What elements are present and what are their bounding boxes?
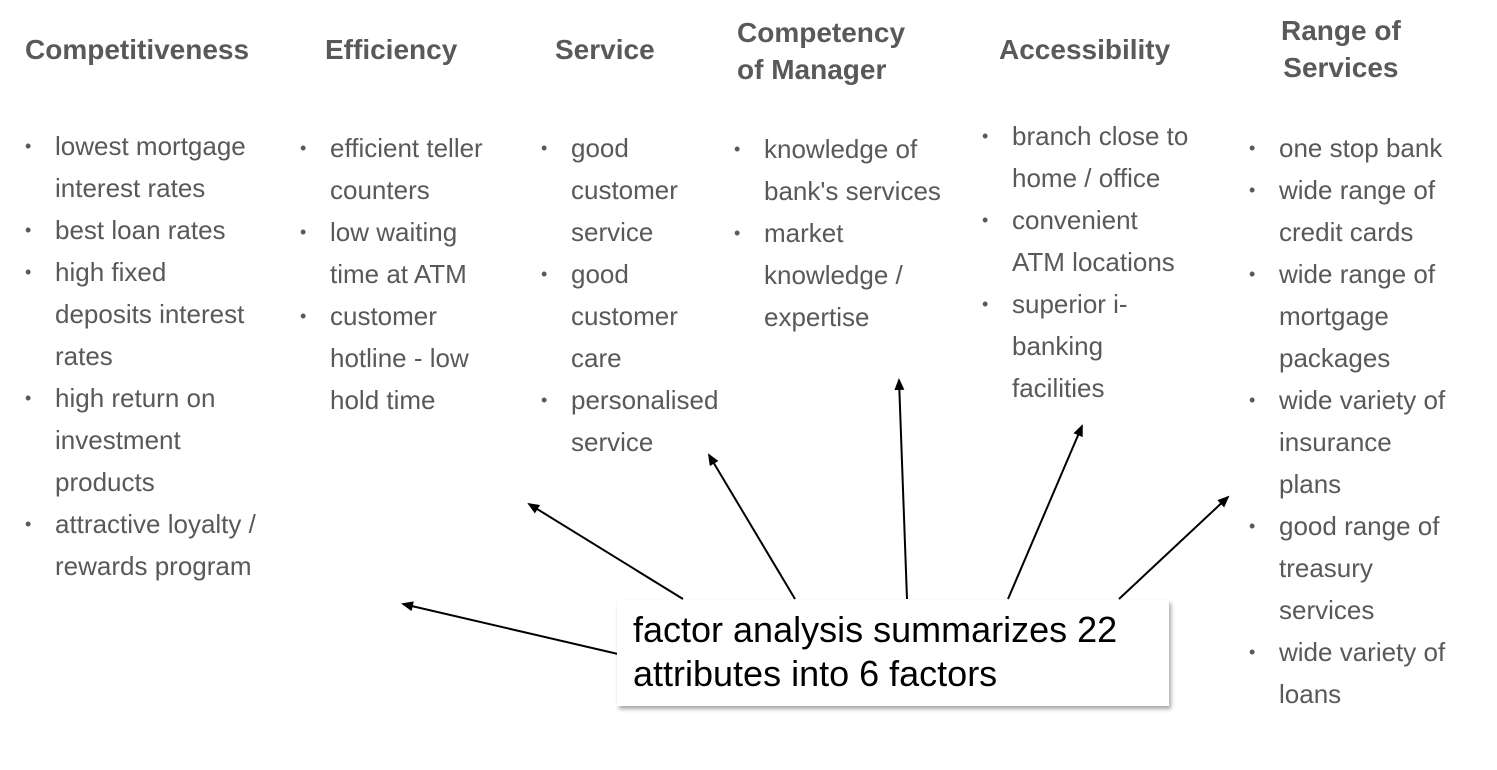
arrow-to-accessibility	[1007, 424, 1083, 600]
summary-callout: factor analysis summarizes 22 attributes…	[617, 600, 1169, 706]
arrow-to-range-of-services	[1118, 495, 1230, 600]
arrow-to-service	[707, 453, 796, 600]
arrow-to-efficiency	[527, 502, 684, 600]
summary-callout-text: factor analysis summarizes 22 attributes…	[633, 609, 1118, 694]
arrow-to-competitiveness	[401, 601, 619, 655]
arrow-to-competency-of-manager	[894, 378, 908, 600]
